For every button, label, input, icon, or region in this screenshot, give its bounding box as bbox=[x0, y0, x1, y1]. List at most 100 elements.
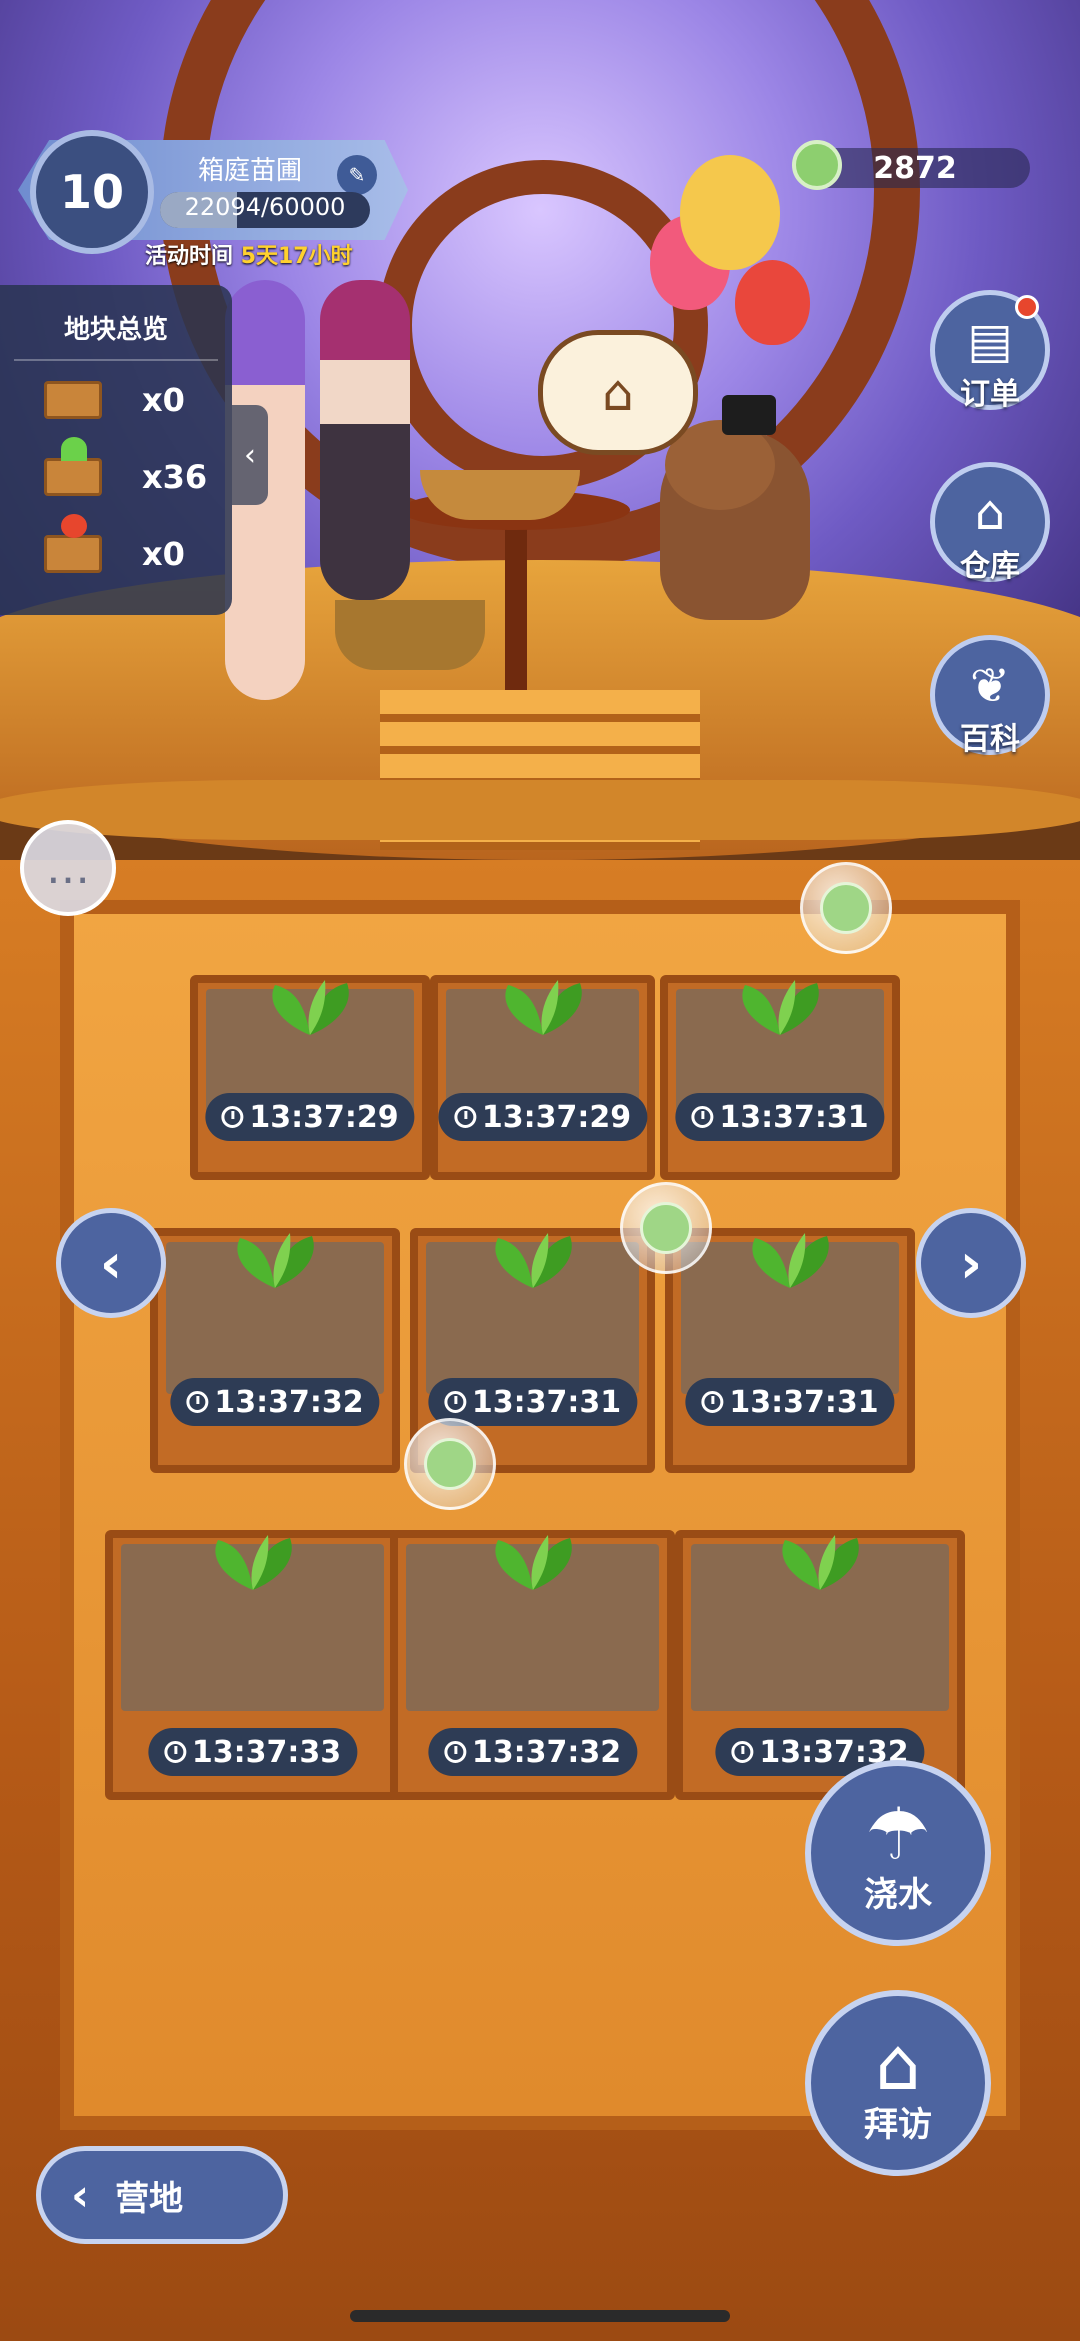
sprout-crate-icon bbox=[44, 436, 102, 496]
level-badge: 10 bbox=[30, 130, 154, 254]
visit-icon: ⌂ bbox=[875, 2022, 921, 2106]
event-time: 活动时间 5天17小时 bbox=[145, 238, 353, 270]
coin-bubble[interactable] bbox=[620, 1182, 712, 1274]
water-button[interactable]: ☂ 浇水 bbox=[805, 1760, 991, 1946]
coin-icon bbox=[640, 1202, 692, 1254]
order-button[interactable]: ▤ 订单 bbox=[930, 290, 1050, 412]
planter[interactable]: 13:37:29 bbox=[190, 975, 430, 1180]
level-number: 10 bbox=[59, 165, 124, 219]
clock-icon bbox=[443, 1391, 466, 1413]
grow-timer: 13:37:31 bbox=[675, 1093, 885, 1141]
top-hat bbox=[722, 395, 776, 435]
visit-label: 拜访 bbox=[864, 2105, 932, 2145]
shop-speech-bubble[interactable]: ⌂ bbox=[538, 330, 698, 455]
collapse-panel-button[interactable]: ‹ bbox=[232, 405, 268, 505]
camp-label: 营地 bbox=[115, 2178, 184, 2219]
garden-name: 箱庭苗圃 bbox=[197, 156, 302, 186]
grow-timer: 13:37:29 bbox=[437, 1093, 648, 1141]
home-indicator[interactable] bbox=[350, 2310, 730, 2322]
overview-row-empty: x0 bbox=[0, 361, 232, 438]
empty-count: x0 bbox=[142, 380, 185, 419]
sprout-icon bbox=[237, 1233, 314, 1288]
grow-timer: 13:37:32 bbox=[427, 1728, 638, 1776]
planter[interactable]: 13:37:32 bbox=[150, 1228, 400, 1473]
planter[interactable]: 13:37:32 bbox=[675, 1530, 965, 1800]
sprout-count: x36 bbox=[142, 457, 208, 496]
clock-icon bbox=[701, 1391, 724, 1413]
clock-icon bbox=[186, 1391, 209, 1413]
xp-text: 22094/60000 bbox=[184, 193, 346, 221]
chevron-left-icon: ‹ bbox=[244, 437, 256, 473]
sprout-icon bbox=[494, 1233, 572, 1288]
timer-text: 13:37:31 bbox=[471, 1384, 622, 1420]
grow-timer: 13:37:31 bbox=[685, 1378, 895, 1426]
balloon-red bbox=[735, 260, 810, 345]
chevron-left-icon: ‹ bbox=[99, 1231, 123, 1295]
warehouse-label: 仓库 bbox=[960, 549, 1020, 584]
plot-overview-panel: 地块总览 x0 x36 x0 bbox=[0, 285, 232, 615]
clock-icon bbox=[691, 1106, 714, 1128]
clock-icon bbox=[443, 1741, 466, 1763]
planter[interactable]: 13:37:31 bbox=[660, 975, 900, 1180]
sprout-icon bbox=[214, 1535, 292, 1590]
order-label: 订单 bbox=[960, 377, 1020, 412]
sprout-icon bbox=[504, 980, 582, 1035]
timer-text: 13:37:31 bbox=[719, 1099, 869, 1135]
chat-button[interactable]: … bbox=[20, 820, 116, 916]
warehouse-button[interactable]: ⌂ 仓库 bbox=[930, 462, 1050, 584]
deck-rail bbox=[0, 780, 1080, 840]
sprout-icon bbox=[494, 1535, 572, 1590]
fruit-count: x0 bbox=[142, 534, 185, 573]
sprout-icon bbox=[272, 980, 349, 1035]
overview-row-fruit: x0 bbox=[0, 513, 232, 592]
coin-amount: 2872 bbox=[873, 150, 957, 186]
timer-text: 13:37:33 bbox=[191, 1734, 342, 1770]
coin-icon bbox=[424, 1438, 476, 1490]
planter[interactable]: 13:37:32 bbox=[390, 1530, 675, 1800]
clock-icon bbox=[221, 1106, 244, 1128]
planter[interactable]: 13:37:29 bbox=[430, 975, 655, 1180]
overview-title: 地块总览 bbox=[14, 285, 218, 361]
planter[interactable]: 13:37:33 bbox=[105, 1530, 400, 1800]
edit-name-button[interactable]: ✎ bbox=[337, 155, 377, 195]
sprout-icon bbox=[752, 1233, 829, 1288]
event-time-label: 活动时间 bbox=[145, 244, 234, 269]
sprout-icon bbox=[782, 1535, 859, 1590]
coin-bubble[interactable] bbox=[404, 1418, 496, 1510]
camp-button[interactable]: ‹ 营地 bbox=[36, 2146, 288, 2244]
fruit-crate-icon bbox=[44, 513, 102, 573]
notification-dot bbox=[1015, 295, 1039, 319]
chevron-left-icon: ‹ bbox=[71, 2169, 90, 2221]
next-area-button[interactable]: › bbox=[916, 1208, 1026, 1318]
fruit-basket bbox=[420, 470, 580, 520]
pencil-icon: ✎ bbox=[348, 163, 366, 187]
table-leg bbox=[505, 520, 527, 700]
orange-basket bbox=[335, 600, 485, 670]
order-icon: ▤ bbox=[967, 313, 1013, 369]
coin-icon bbox=[820, 882, 872, 934]
grow-timer: 13:37:32 bbox=[170, 1378, 380, 1426]
encyclopedia-icon: ❦ bbox=[969, 658, 1011, 714]
sprout-icon bbox=[742, 980, 819, 1035]
water-label: 浇水 bbox=[864, 1875, 932, 1915]
chat-icon: … bbox=[46, 842, 90, 894]
overview-row-sprout: x36 bbox=[0, 436, 232, 515]
timer-text: 13:37:29 bbox=[481, 1099, 632, 1135]
planter[interactable]: 13:37:31 bbox=[665, 1228, 915, 1473]
encyclopedia-button[interactable]: ❦ 百科 bbox=[930, 635, 1050, 757]
warehouse-icon: ⌂ bbox=[974, 485, 1006, 541]
shop-icon: ⌂ bbox=[602, 363, 634, 422]
character-red-hair[interactable] bbox=[320, 280, 410, 600]
prev-area-button[interactable]: ‹ bbox=[56, 1208, 166, 1318]
clock-icon bbox=[453, 1106, 476, 1128]
balloon-yellow bbox=[680, 155, 780, 270]
grow-timer: 13:37:33 bbox=[147, 1728, 358, 1776]
event-time-value: 5天17小时 bbox=[240, 244, 353, 269]
watering-can-icon: ☂ bbox=[865, 1792, 931, 1876]
visit-button[interactable]: ⌂ 拜访 bbox=[805, 1990, 991, 2176]
coin-icon bbox=[792, 140, 842, 190]
timer-text: 13:37:31 bbox=[729, 1384, 879, 1420]
coin-bubble[interactable] bbox=[800, 862, 892, 954]
empty-crate-icon bbox=[44, 380, 102, 419]
encyclopedia-label: 百科 bbox=[960, 722, 1020, 757]
